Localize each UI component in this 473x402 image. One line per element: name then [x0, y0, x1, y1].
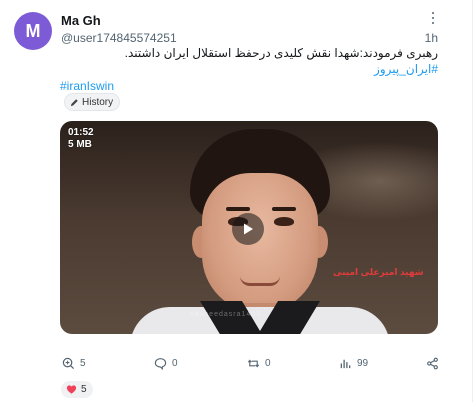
comment-icon [154, 358, 167, 370]
comment-count: 0 [172, 358, 178, 369]
video-caption: شهید امیرعلی امینی [333, 267, 424, 277]
history-button[interactable]: History [64, 93, 121, 111]
display-name[interactable]: Ma Gh [61, 13, 101, 28]
play-icon [244, 223, 253, 235]
video-player[interactable]: 01:52 5 MB شهید امیرعلی امینی shaheedasr… [60, 121, 438, 334]
heart-icon [66, 385, 77, 394]
views-count: 99 [357, 358, 369, 369]
more-options-icon[interactable] [429, 12, 437, 24]
repost-icon [247, 359, 260, 368]
video-watermark: shaheedasra1403 [190, 311, 262, 318]
views-button[interactable]: 99 [339, 357, 368, 370]
user-handle[interactable]: @user174845574251 [61, 31, 177, 45]
hashtag-link[interactable]: #iranIswin [60, 79, 114, 93]
thumbnail-detail [272, 207, 296, 211]
action-bar: 5 0 0 99 [62, 357, 440, 373]
pencil-icon [70, 98, 78, 106]
quote-count: 5 [80, 358, 86, 369]
thumbnail-detail [240, 276, 280, 286]
video-meta: 01:52 5 MB [68, 127, 94, 151]
quote-icon [62, 357, 75, 370]
share-button[interactable] [426, 357, 439, 370]
history-label: History [82, 96, 114, 108]
quote-button[interactable]: 5 [62, 357, 86, 370]
video-size: 5 MB [68, 139, 92, 150]
post-timestamp[interactable]: 1h [425, 31, 438, 45]
thumbnail-detail [274, 217, 294, 226]
comment-button[interactable]: 0 [154, 357, 178, 370]
heart-count: 5 [81, 384, 87, 395]
repost-count: 0 [265, 358, 271, 369]
post-card: M Ma Gh @user174845574251 1h رهبری فرمود… [0, 0, 473, 402]
video-duration: 01:52 [68, 127, 94, 138]
views-chart-icon [340, 359, 351, 369]
repost-button[interactable]: 0 [247, 357, 271, 370]
play-button[interactable] [232, 213, 264, 245]
heart-reaction[interactable]: 5 [61, 381, 93, 398]
thumbnail-detail [226, 207, 250, 211]
thumbnail-face [202, 173, 318, 313]
hashtag-link[interactable]: #ایران_پیروز [374, 62, 438, 76]
post-text: رهبری فرمودند:شهدا نقش کلیدی درحفظ استقل… [124, 46, 438, 60]
share-icon [427, 357, 438, 370]
